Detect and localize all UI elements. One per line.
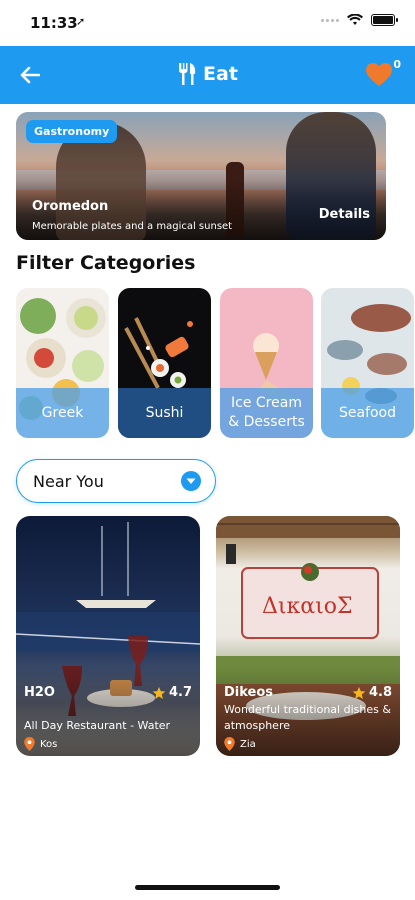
- star-icon: [352, 686, 366, 699]
- fork-knife-icon: [179, 63, 196, 85]
- heart-icon: [366, 63, 392, 86]
- status-time: 11:33: [30, 14, 78, 32]
- restaurant-name: Dikeos: [224, 685, 274, 700]
- battery-icon: [371, 14, 398, 26]
- location-label: Zia: [240, 738, 256, 750]
- category-badge: Gastronomy: [26, 120, 118, 143]
- featured-title: Oromedon: [32, 199, 109, 214]
- status-bar: 11:33 ➚: [0, 0, 415, 46]
- category-label: Sushi: [145, 404, 184, 421]
- category-card-seafood[interactable]: Seafood: [321, 288, 414, 438]
- signal-icon: [321, 18, 339, 22]
- app-header: Eat 0: [0, 46, 415, 104]
- category-label: Ice Cream & Desserts: [228, 395, 305, 430]
- restaurant-description: Wonderful traditional dishes & atmospher…: [224, 703, 391, 733]
- category-overlay: Seafood: [321, 388, 414, 438]
- location-arrow-icon: ➚: [76, 15, 86, 28]
- location-filter-dropdown[interactable]: Near You: [16, 459, 216, 503]
- featured-banner[interactable]: Gastronomy Oromedon Memorable plates and…: [16, 112, 386, 240]
- home-indicator[interactable]: [135, 885, 280, 890]
- location-pin-icon: [224, 737, 235, 751]
- restaurant-rating: 4.7: [152, 685, 192, 700]
- category-overlay: Ice Cream & Desserts: [220, 388, 313, 438]
- category-card-sushi[interactable]: Sushi: [118, 288, 211, 438]
- restaurant-description: All Day Restaurant - Water: [24, 719, 171, 733]
- category-overlay: Greek: [16, 388, 109, 438]
- section-title: Filter Categories: [16, 252, 196, 274]
- rating-value: 4.8: [368, 685, 392, 700]
- header-title-label: Eat: [203, 63, 238, 85]
- details-link[interactable]: Details: [319, 207, 370, 222]
- dropdown-selected-value: Near You: [33, 471, 104, 491]
- status-icons: [321, 14, 398, 26]
- page-title: Eat: [0, 62, 415, 86]
- favorites-button[interactable]: 0: [365, 58, 401, 90]
- location-pin-icon: [24, 737, 35, 751]
- sign-text: ΔικαιοΣ: [262, 594, 353, 619]
- category-card-ice-cream[interactable]: Ice Cream & Desserts: [220, 288, 313, 438]
- category-carousel[interactable]: Greek Sushi Ice Cream & Desserts Seafood: [16, 288, 415, 440]
- category-label: Seafood: [338, 404, 397, 421]
- restaurant-card-dikeos[interactable]: ΔικαιοΣ Dikeos 4.8 Wonderful traditional…: [216, 516, 400, 756]
- category-overlay: Sushi: [118, 388, 211, 438]
- restaurant-rating: 4.8: [352, 685, 392, 700]
- restaurant-card-h2o[interactable]: H2O 4.7 All Day Restaurant - Water Kos: [16, 516, 200, 756]
- category-label: Greek: [41, 404, 84, 421]
- location-label: Kos: [40, 738, 58, 750]
- restaurant-location: Zia: [224, 737, 256, 751]
- restaurant-location: Kos: [24, 737, 57, 751]
- favorites-count: 0: [393, 58, 401, 71]
- wifi-icon: [347, 14, 363, 25]
- rating-value: 4.7: [168, 685, 192, 700]
- restaurant-name: H2O: [24, 685, 55, 700]
- category-card-greek[interactable]: Greek: [16, 288, 109, 438]
- chevron-down-icon: [181, 471, 201, 491]
- featured-subtitle: Memorable plates and a magical sunset: [32, 221, 233, 232]
- star-icon: [152, 686, 166, 699]
